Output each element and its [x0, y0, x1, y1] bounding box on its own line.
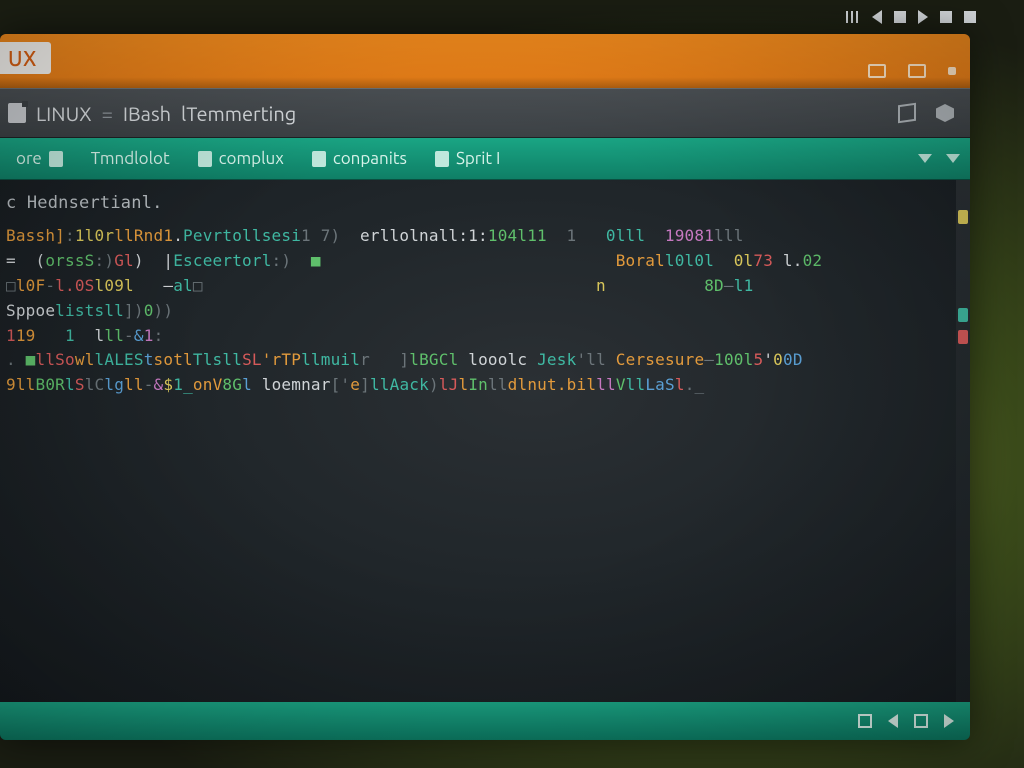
record-button[interactable]	[914, 714, 928, 728]
menu-icon[interactable]	[846, 11, 860, 23]
gutter-mark	[958, 330, 968, 344]
tab-label: ore	[16, 149, 42, 168]
terminal-line: Sрроelistsll])0))	[6, 299, 960, 324]
breadcrumb-part: IBash	[123, 102, 171, 125]
settings-icon[interactable]	[936, 104, 954, 122]
tab-tmndlolot[interactable]: Tmndlolot	[79, 144, 182, 173]
terminal-line: 119 1 lll-&1:	[6, 324, 960, 349]
file-icon	[8, 103, 26, 123]
prev-icon[interactable]	[872, 10, 882, 24]
tab-label: conpanits	[333, 149, 407, 168]
tab-sprit[interactable]: Sprit I	[423, 144, 512, 173]
terminal-line: □l0F-l.0Sl09l —al□ n 8D—l1	[6, 274, 960, 299]
breadcrumb-part: lTemmerting	[181, 102, 296, 125]
doc-icon	[198, 151, 212, 167]
chevron-down-icon[interactable]	[946, 154, 960, 163]
tab-complux[interactable]: complux	[186, 144, 296, 173]
window-button[interactable]	[908, 64, 926, 78]
next-button[interactable]	[944, 714, 954, 728]
doc-icon	[49, 151, 63, 167]
terminal-body[interactable]: c Hednsertianl. Bassh]:1l0rllRnd1.Pevrto…	[0, 180, 970, 702]
tab-conpants[interactable]: conpanits	[300, 144, 419, 173]
tab-ore[interactable]: ore	[4, 144, 75, 173]
window-button[interactable]	[948, 67, 956, 75]
app-window: UX LINUX = IBash lTemmerting ore Tmndlol…	[0, 34, 970, 740]
chevron-down-icon[interactable]	[918, 154, 932, 163]
system-tray	[846, 6, 976, 28]
indicator-icon	[940, 11, 952, 23]
terminal-line: = (orssS:)Gl) |Esceertorl:) ■ Borall0l0l…	[6, 249, 960, 274]
stop-icon[interactable]	[894, 11, 906, 23]
stop-button[interactable]	[858, 714, 872, 728]
prev-button[interactable]	[888, 714, 898, 728]
terminal-line: Bassh]:1l0rllRnd1.Pevrtollsesi1 7) erllo…	[6, 224, 960, 249]
play-icon[interactable]	[918, 10, 928, 24]
gutter-mark	[958, 308, 968, 322]
tab-label: Sprit I	[456, 149, 500, 168]
terminal-line: . ■llSowllALEStsotlTlsllSL'rTPllmuilr ]l…	[6, 348, 960, 373]
gutter-mark	[958, 210, 968, 224]
brand-tab: UX	[0, 42, 51, 74]
tab-label: Tmndlolot	[91, 149, 170, 168]
tab-bar: ore Tmndlolot complux conpanits Sprit I	[0, 138, 970, 180]
terminal-output: Bassh]:1l0rllRnd1.Pevrtollsesi1 7) erllo…	[6, 224, 960, 398]
doc-icon	[435, 151, 449, 167]
terminal-header: c Hednsertianl.	[6, 190, 960, 216]
terminal-line: 9llB0RlSlClgll-&$1_onV8Gl loemnar['e]llA…	[6, 373, 960, 398]
titlebar: UX	[0, 34, 970, 88]
tab-label: complux	[219, 149, 284, 168]
indicator-icon	[964, 11, 976, 23]
breadcrumb: LINUX = IBash lTemmerting	[0, 88, 970, 138]
statusbar	[0, 702, 970, 740]
separator: =	[102, 102, 113, 125]
brand-text: UX	[8, 46, 37, 70]
breadcrumb-part: LINUX	[36, 102, 92, 125]
scrollbar-gutter[interactable]	[956, 180, 970, 702]
doc-icon	[312, 151, 326, 167]
window-button[interactable]	[868, 64, 886, 78]
package-icon[interactable]	[898, 104, 916, 122]
